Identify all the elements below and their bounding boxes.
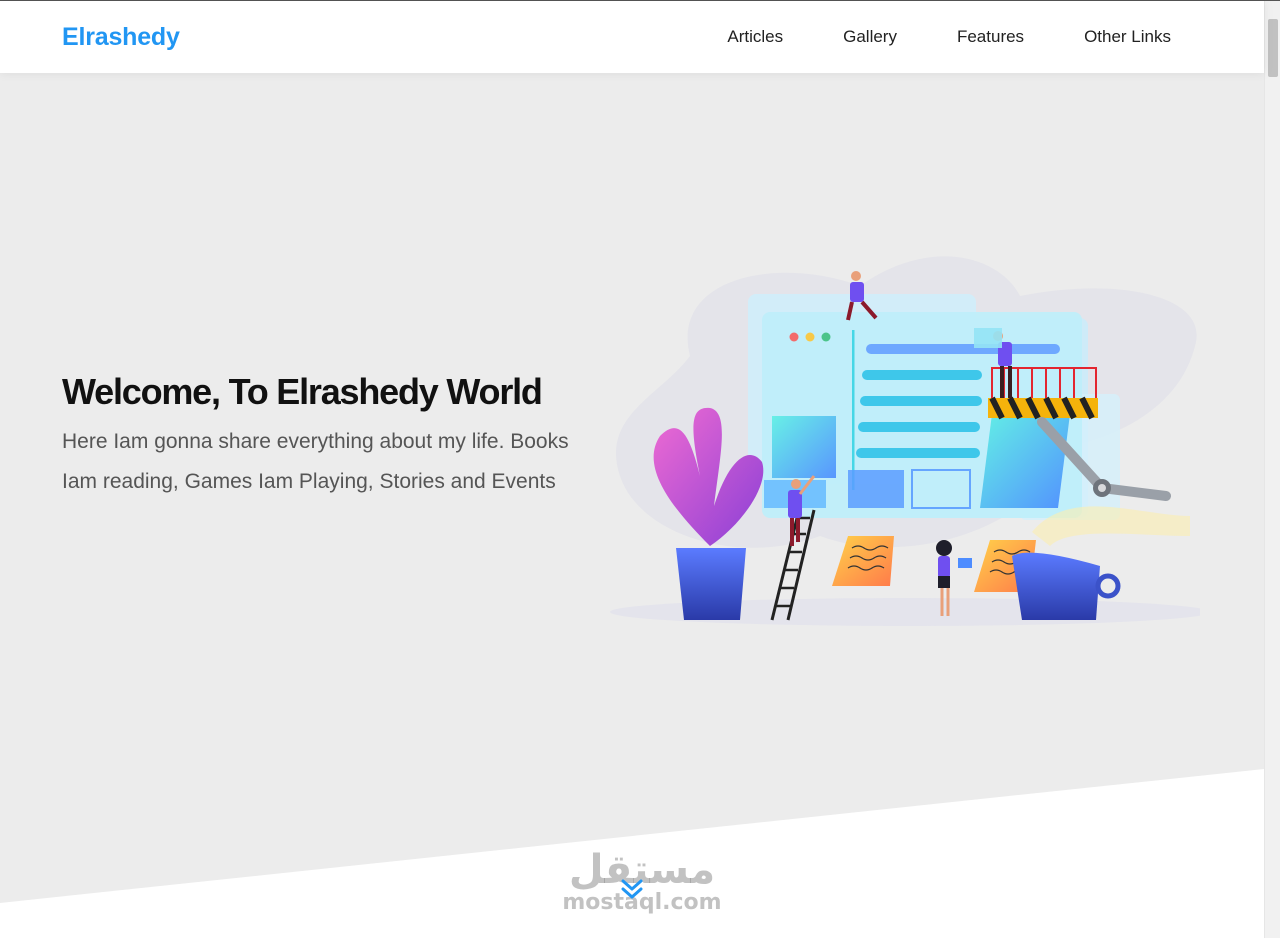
double-chevron-down-icon	[621, 879, 643, 899]
nav-link-features[interactable]: Features	[927, 27, 1054, 47]
nav-link-articles[interactable]: Articles	[697, 27, 813, 47]
nav-link-other-links[interactable]: Other Links	[1054, 27, 1191, 47]
main-nav: Articles Gallery Features Other Links	[697, 1, 1191, 73]
nav-item-features: Features	[927, 1, 1054, 73]
page-scrollbar[interactable]	[1264, 1, 1280, 938]
hero-text: Welcome, To Elrashedy World Here Iam gon…	[62, 369, 602, 502]
site-logo[interactable]: Elrashedy	[62, 23, 180, 52]
site-header: Elrashedy Articles Gallery Features Othe…	[0, 1, 1264, 73]
nav-item-other-links: Other Links	[1054, 1, 1191, 73]
nav-item-articles: Articles	[697, 1, 813, 73]
hero-description: Here Iam gonna share everything about my…	[62, 429, 569, 493]
nav-link-gallery[interactable]: Gallery	[813, 27, 927, 47]
scroll-down-button[interactable]	[616, 873, 648, 905]
scrollbar-thumb[interactable]	[1268, 19, 1278, 77]
hero-illustration	[610, 256, 1200, 626]
nav-item-gallery: Gallery	[813, 1, 927, 73]
hero-title: Welcome, To Elrashedy World	[62, 371, 543, 412]
